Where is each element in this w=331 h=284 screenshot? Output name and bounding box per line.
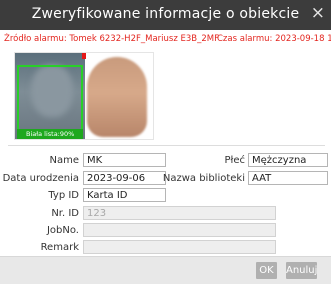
dialog-titlebar: Zweryfikowane informacje o obiekcie ×: [0, 0, 331, 30]
id-number-label: Nr. ID: [51, 208, 79, 219]
job-no-field[interactable]: [83, 223, 276, 237]
alarm-info-row: Źródło alarmu: Tomek 6232-H2F_Mariusz E3…: [0, 33, 331, 47]
dialog-footer: OK Anuluj: [0, 256, 331, 284]
separator: [8, 145, 325, 146]
cancel-button[interactable]: Anuluj: [286, 262, 317, 279]
remark-label: Remark: [40, 242, 79, 253]
match-label: Biała lista:90%: [17, 129, 83, 139]
id-type-field[interactable]: Karta ID: [83, 188, 166, 202]
library-face-image: [87, 57, 147, 137]
library-label: Nazwa biblioteki: [162, 173, 245, 184]
name-label: Name: [49, 155, 79, 166]
birth-date-label: Data urodzenia: [2, 173, 79, 184]
library-field[interactable]: AAT: [248, 171, 328, 185]
id-number-field[interactable]: 123: [83, 206, 276, 220]
id-type-label: Typ ID: [48, 190, 79, 201]
job-no-label: JobNo.: [46, 225, 79, 236]
alarm-marker: [82, 53, 86, 59]
alarm-time: Czas alarmu: 2023-09-18 14:41:20: [217, 34, 331, 44]
capture-snapshot: Biała lista:90%: [14, 52, 154, 140]
gender-field[interactable]: Mężczyzna: [248, 153, 328, 167]
alarm-source: Źródło alarmu: Tomek 6232-H2F_Mariusz E3…: [4, 34, 219, 44]
birth-date-field[interactable]: 2023-09-06: [83, 171, 166, 185]
face-match-frame: [17, 65, 83, 137]
ok-button[interactable]: OK: [256, 262, 277, 279]
name-field[interactable]: MK: [83, 153, 166, 167]
close-icon[interactable]: ×: [311, 3, 325, 23]
remark-field[interactable]: [83, 240, 276, 254]
gender-label: Płeć: [224, 155, 245, 166]
dialog-title: Zweryfikowane informacje o obiekcie: [31, 6, 300, 22]
